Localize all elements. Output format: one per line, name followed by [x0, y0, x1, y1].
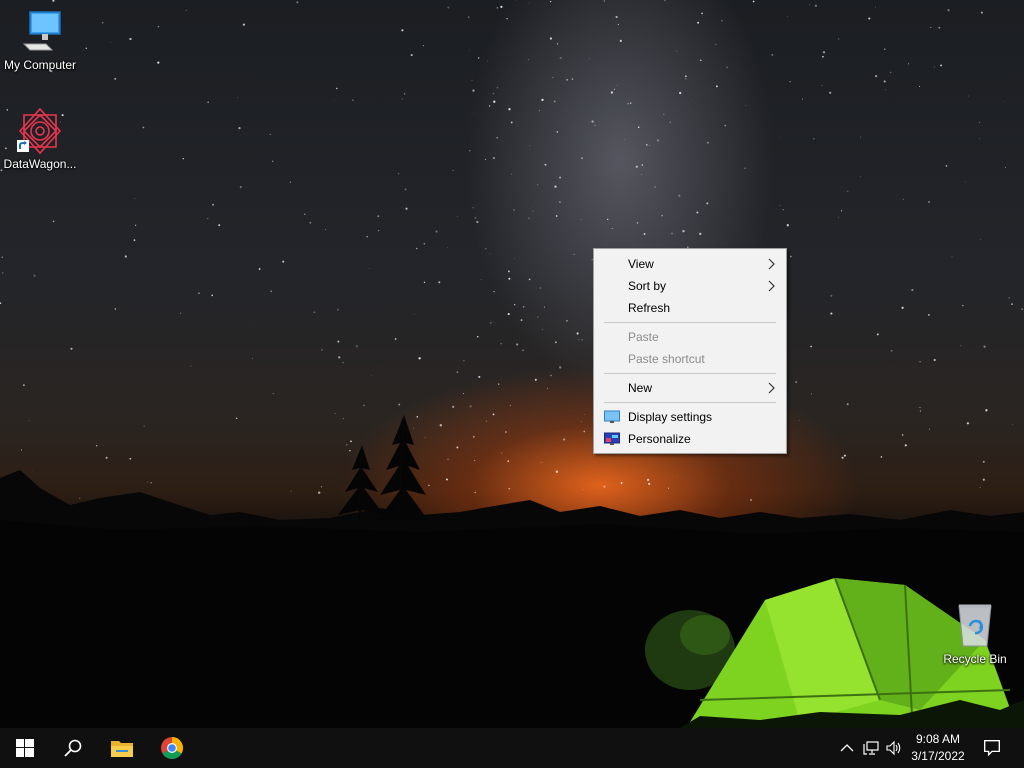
desktop[interactable]: My Computer DataWagon... Recycle Bin Vie…	[0, 0, 1024, 768]
menu-item-label: Display settings	[628, 410, 713, 424]
computer-icon	[16, 8, 64, 56]
desktop-icon-label: Recycle Bin	[943, 652, 1007, 666]
menu-item-new[interactable]: New	[594, 377, 786, 399]
menu-separator	[604, 402, 776, 403]
desktop-icon-datawagon[interactable]: DataWagon...	[0, 107, 80, 171]
menu-separator	[604, 322, 776, 323]
display-icon	[604, 410, 620, 423]
chrome-icon	[161, 737, 183, 759]
datawagon-shortcut-icon	[16, 107, 64, 155]
menu-item-label: View	[628, 257, 654, 271]
menu-item-label: Sort by	[628, 279, 667, 293]
taskbar: 9:08 AM 3/17/2022	[0, 728, 1024, 768]
clock-date: 3/17/2022	[911, 749, 965, 763]
clock-time: 9:08 AM	[915, 732, 961, 746]
menu-item-label: Personalize	[628, 432, 691, 446]
desktop-icon-label: DataWagon...	[3, 157, 77, 171]
menu-item-personalize[interactable]: Personalize	[594, 428, 786, 450]
menu-item-display-settings[interactable]: Display settings	[594, 406, 786, 428]
file-explorer-icon	[111, 741, 133, 757]
search-button[interactable]	[48, 728, 96, 768]
menu-separator	[604, 373, 776, 374]
start-icon	[16, 739, 34, 757]
menu-item-label: Paste shortcut	[628, 352, 705, 366]
menu-item-view[interactable]: View	[594, 253, 786, 275]
taskbar-clock[interactable]: 9:08 AM 3/17/2022	[906, 731, 970, 765]
menu-item-label: New	[628, 381, 653, 395]
chevron-right-icon	[768, 258, 775, 270]
desktop-icon-recycle-bin[interactable]: Recycle Bin	[935, 602, 1015, 666]
search-icon	[64, 739, 82, 757]
notification-icon[interactable]	[983, 739, 1001, 757]
menu-item-label: Refresh	[628, 301, 671, 315]
menu-item-paste: Paste	[594, 326, 786, 348]
chevron-right-icon	[768, 280, 775, 292]
start-button[interactable]	[0, 728, 48, 768]
personalize-icon	[604, 432, 620, 445]
desktop-context-menu: View Sort by Refresh Paste Paste shortcu…	[593, 248, 787, 454]
network-icon[interactable]	[863, 740, 879, 756]
menu-item-label: Paste	[628, 330, 659, 344]
chrome-button[interactable]	[148, 728, 196, 768]
recycle-bin-icon	[951, 602, 999, 650]
desktop-icon-label: My Computer	[3, 58, 77, 72]
file-explorer-button[interactable]	[98, 728, 146, 768]
desktop-icon-my-computer[interactable]: My Computer	[0, 8, 80, 72]
chevron-up-icon[interactable]	[839, 740, 855, 756]
chevron-right-icon	[768, 382, 775, 394]
menu-item-paste-shortcut: Paste shortcut	[594, 348, 786, 370]
menu-item-refresh[interactable]: Refresh	[594, 297, 786, 319]
menu-item-sort-by[interactable]: Sort by	[594, 275, 786, 297]
volume-icon[interactable]	[886, 740, 902, 756]
wallpaper-landscape	[0, 415, 1024, 768]
